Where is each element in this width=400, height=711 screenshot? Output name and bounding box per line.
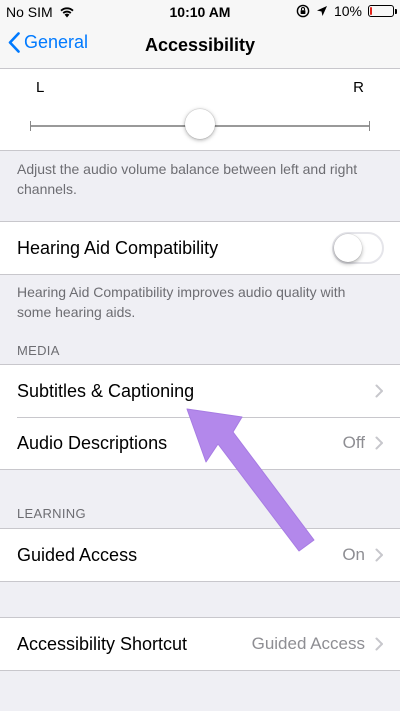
hearing-aid-label: Hearing Aid Compatibility bbox=[17, 237, 219, 258]
balance-slider-thumb[interactable] bbox=[185, 109, 215, 139]
balance-right-label: R bbox=[353, 79, 364, 96]
hearing-aid-group: Hearing Aid Compatibility bbox=[0, 221, 400, 275]
balance-cell: L R bbox=[0, 69, 400, 151]
chevron-right-icon bbox=[375, 384, 383, 398]
toggle-knob bbox=[334, 234, 362, 262]
learning-group: Guided Access On bbox=[0, 528, 400, 582]
subtitles-captioning-row[interactable]: Subtitles & Captioning bbox=[0, 365, 400, 417]
navigation-bar: General Accessibility bbox=[0, 24, 400, 69]
audio-descriptions-row[interactable]: Audio Descriptions Off bbox=[0, 417, 400, 469]
battery-level-fill bbox=[370, 7, 373, 15]
battery-icon bbox=[368, 5, 397, 17]
learning-section-header: LEARNING bbox=[17, 506, 86, 521]
media-section-header: MEDIA bbox=[17, 343, 60, 358]
guided-access-value: On bbox=[342, 545, 365, 564]
status-bar: No SIM 10:10 AM 10% bbox=[0, 0, 400, 24]
chevron-right-icon bbox=[375, 548, 383, 562]
accessibility-shortcut-label: Accessibility Shortcut bbox=[17, 633, 188, 654]
accessibility-screen: No SIM 10:10 AM 10% General Accessibilit… bbox=[0, 0, 400, 711]
balance-footer: Adjust the audio volume balance between … bbox=[17, 161, 358, 197]
accessibility-shortcut-value: Guided Access bbox=[251, 634, 365, 653]
balance-slider-left-tick bbox=[30, 121, 31, 131]
location-icon bbox=[316, 6, 327, 16]
balance-left-label: L bbox=[36, 79, 45, 96]
hearing-aid-footer: Hearing Aid Compatibility improves audio… bbox=[17, 284, 346, 320]
audio-descriptions-label: Audio Descriptions bbox=[17, 432, 168, 453]
chevron-right-icon bbox=[375, 436, 383, 450]
hearing-aid-row: Hearing Aid Compatibility bbox=[0, 222, 400, 274]
page-title: Accessibility bbox=[144, 35, 256, 55]
rotation-lock-icon bbox=[296, 4, 310, 18]
guided-access-row[interactable]: Guided Access On bbox=[0, 529, 400, 581]
audio-descriptions-value: Off bbox=[342, 433, 365, 452]
shortcut-group: Accessibility Shortcut Guided Access bbox=[0, 617, 400, 671]
subtitles-captioning-label: Subtitles & Captioning bbox=[17, 380, 195, 401]
hearing-aid-toggle[interactable] bbox=[332, 232, 384, 264]
chevron-right-icon bbox=[375, 637, 383, 651]
balance-slider-right-tick bbox=[369, 121, 370, 131]
media-group: Subtitles & Captioning Audio Description… bbox=[0, 364, 400, 470]
battery-percent: 10% bbox=[333, 3, 362, 19]
accessibility-shortcut-row[interactable]: Accessibility Shortcut Guided Access bbox=[0, 618, 400, 670]
guided-access-label: Guided Access bbox=[17, 544, 138, 565]
